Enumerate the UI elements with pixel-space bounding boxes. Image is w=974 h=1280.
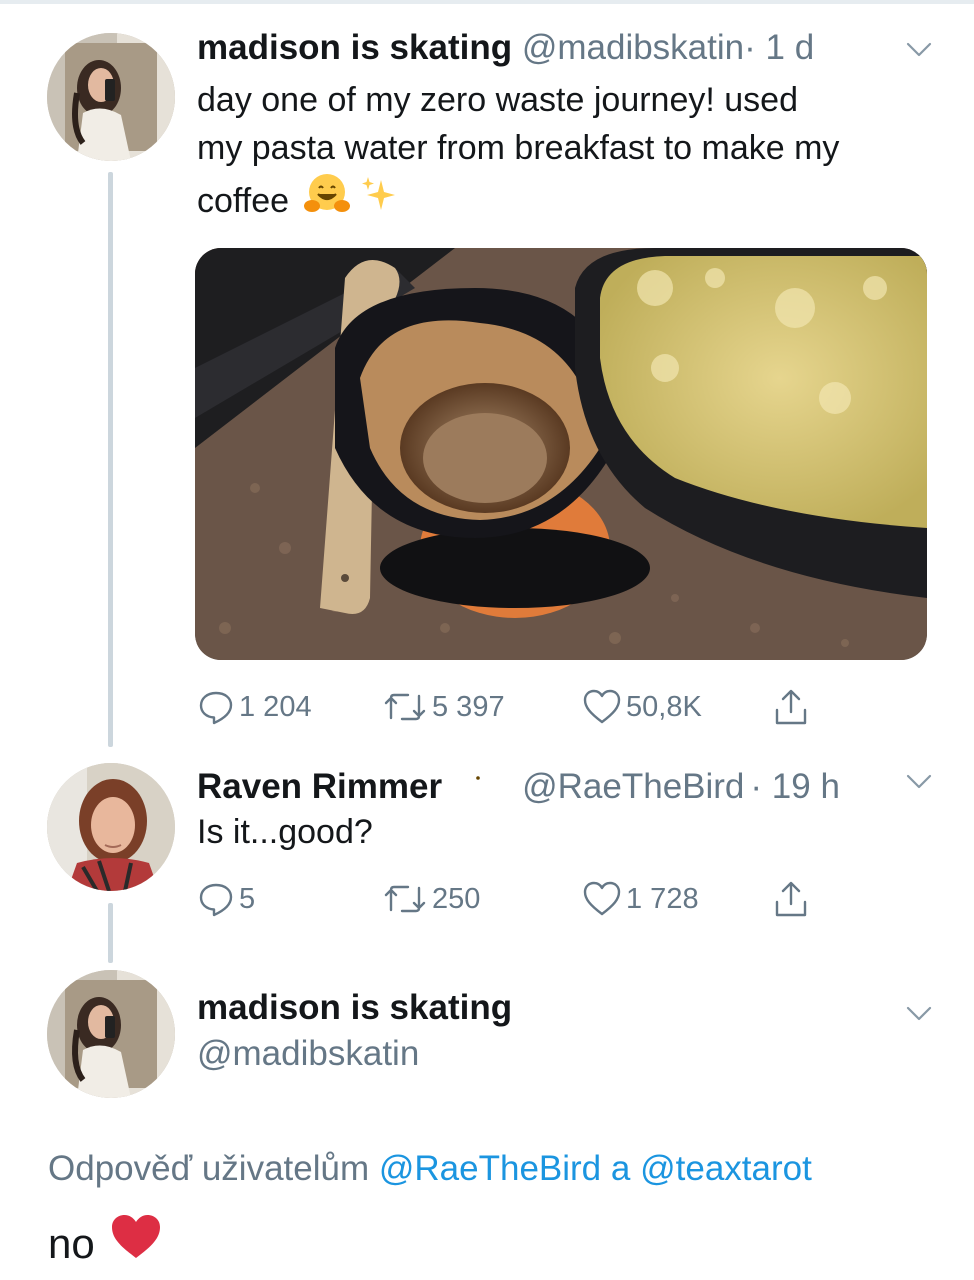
- display-name[interactable]: madison is skating: [197, 28, 512, 67]
- handle[interactable]: @RaeTheBird: [522, 767, 744, 807]
- reply-count: 1 204: [239, 690, 312, 723]
- reply-button[interactable]: 5: [197, 880, 255, 918]
- chevron-down-icon[interactable]: [902, 996, 936, 1030]
- top-divider: [0, 0, 974, 4]
- tweet-text: day one of my zero waste journey! used m…: [197, 76, 937, 229]
- replying-to-label: Odpověď uživatelům: [48, 1149, 370, 1188]
- avatar-madison[interactable]: [47, 33, 175, 161]
- display-name[interactable]: Raven Rimmer: [197, 767, 442, 807]
- retweet-count: 5 397: [432, 690, 505, 723]
- share-icon: [775, 689, 807, 725]
- like-button[interactable]: 1 728: [582, 880, 699, 918]
- tweet-text-line-last: coffee: [197, 172, 937, 229]
- retweet-icon: [384, 885, 426, 913]
- thread-connector: [108, 903, 113, 963]
- reply-button[interactable]: 1 204: [197, 688, 312, 726]
- like-count: 1 728: [626, 882, 699, 915]
- tweet-actions: 1 204 5 397 50,8K: [197, 688, 837, 728]
- retweet-icon: [384, 693, 426, 721]
- tweet-text: Is it...good?: [197, 813, 373, 851]
- display-name[interactable]: madison is skating: [197, 988, 512, 1027]
- share-icon: [775, 881, 807, 917]
- mention-link[interactable]: @RaeTheBird: [379, 1149, 601, 1188]
- handle[interactable]: @madibskatin: [522, 28, 744, 67]
- like-icon: [583, 881, 621, 916]
- like-icon: [583, 689, 621, 724]
- mention-link[interactable]: @teaxtarot: [640, 1149, 812, 1188]
- reply-count: 5: [239, 882, 256, 915]
- like-button[interactable]: 50,8K: [582, 688, 702, 726]
- focused-display-name: madison is skating: [197, 988, 512, 1028]
- tweet-actions: 5 250 1 728: [197, 880, 837, 920]
- avatar-raven[interactable]: [47, 763, 175, 891]
- timestamp[interactable]: · 1 d: [744, 28, 814, 67]
- tweet-header: Raven Rimmer @RaeTheBird · 19 h: [197, 760, 840, 813]
- thread-connector: [108, 172, 113, 747]
- tweet-header: madison is skating @madibskatin· 1 d: [197, 28, 814, 68]
- reply-icon: [199, 691, 233, 725]
- tweet-text-line: day one of my zero waste journey! used: [197, 81, 798, 119]
- replying-to: Odpověď uživatelům @RaeTheBird a @teaxta…: [48, 1148, 812, 1190]
- reply-icon: [199, 883, 233, 917]
- mention-joiner: a: [610, 1149, 631, 1188]
- like-count: 50,8K: [626, 690, 702, 723]
- hugging-face-emoji: [303, 172, 351, 229]
- share-button[interactable]: [772, 880, 814, 920]
- crescent-moon-emoji: [464, 760, 502, 813]
- avatar-madison[interactable]: [47, 970, 175, 1098]
- tweet-text-line: my pasta water from breakfast to make my: [197, 129, 840, 167]
- tweet-text-word: coffee: [197, 181, 290, 220]
- retweet-button[interactable]: 250: [382, 880, 480, 918]
- share-button[interactable]: [772, 688, 814, 728]
- red-heart-emoji: [109, 1212, 163, 1275]
- focused-handle: @madibskatin: [197, 1034, 419, 1074]
- focused-tweet-text: no: [48, 1212, 163, 1275]
- timestamp[interactable]: · 19 h: [750, 767, 840, 807]
- chevron-down-icon[interactable]: [902, 32, 936, 66]
- retweet-button[interactable]: 5 397: [382, 688, 505, 726]
- tweet-photo[interactable]: [195, 248, 927, 660]
- sparkles-emoji: [359, 174, 399, 227]
- chevron-down-icon[interactable]: [902, 764, 936, 798]
- handle[interactable]: @madibskatin: [197, 1034, 419, 1073]
- retweet-count: 250: [432, 882, 481, 915]
- tweet-text: no: [48, 1219, 95, 1267]
